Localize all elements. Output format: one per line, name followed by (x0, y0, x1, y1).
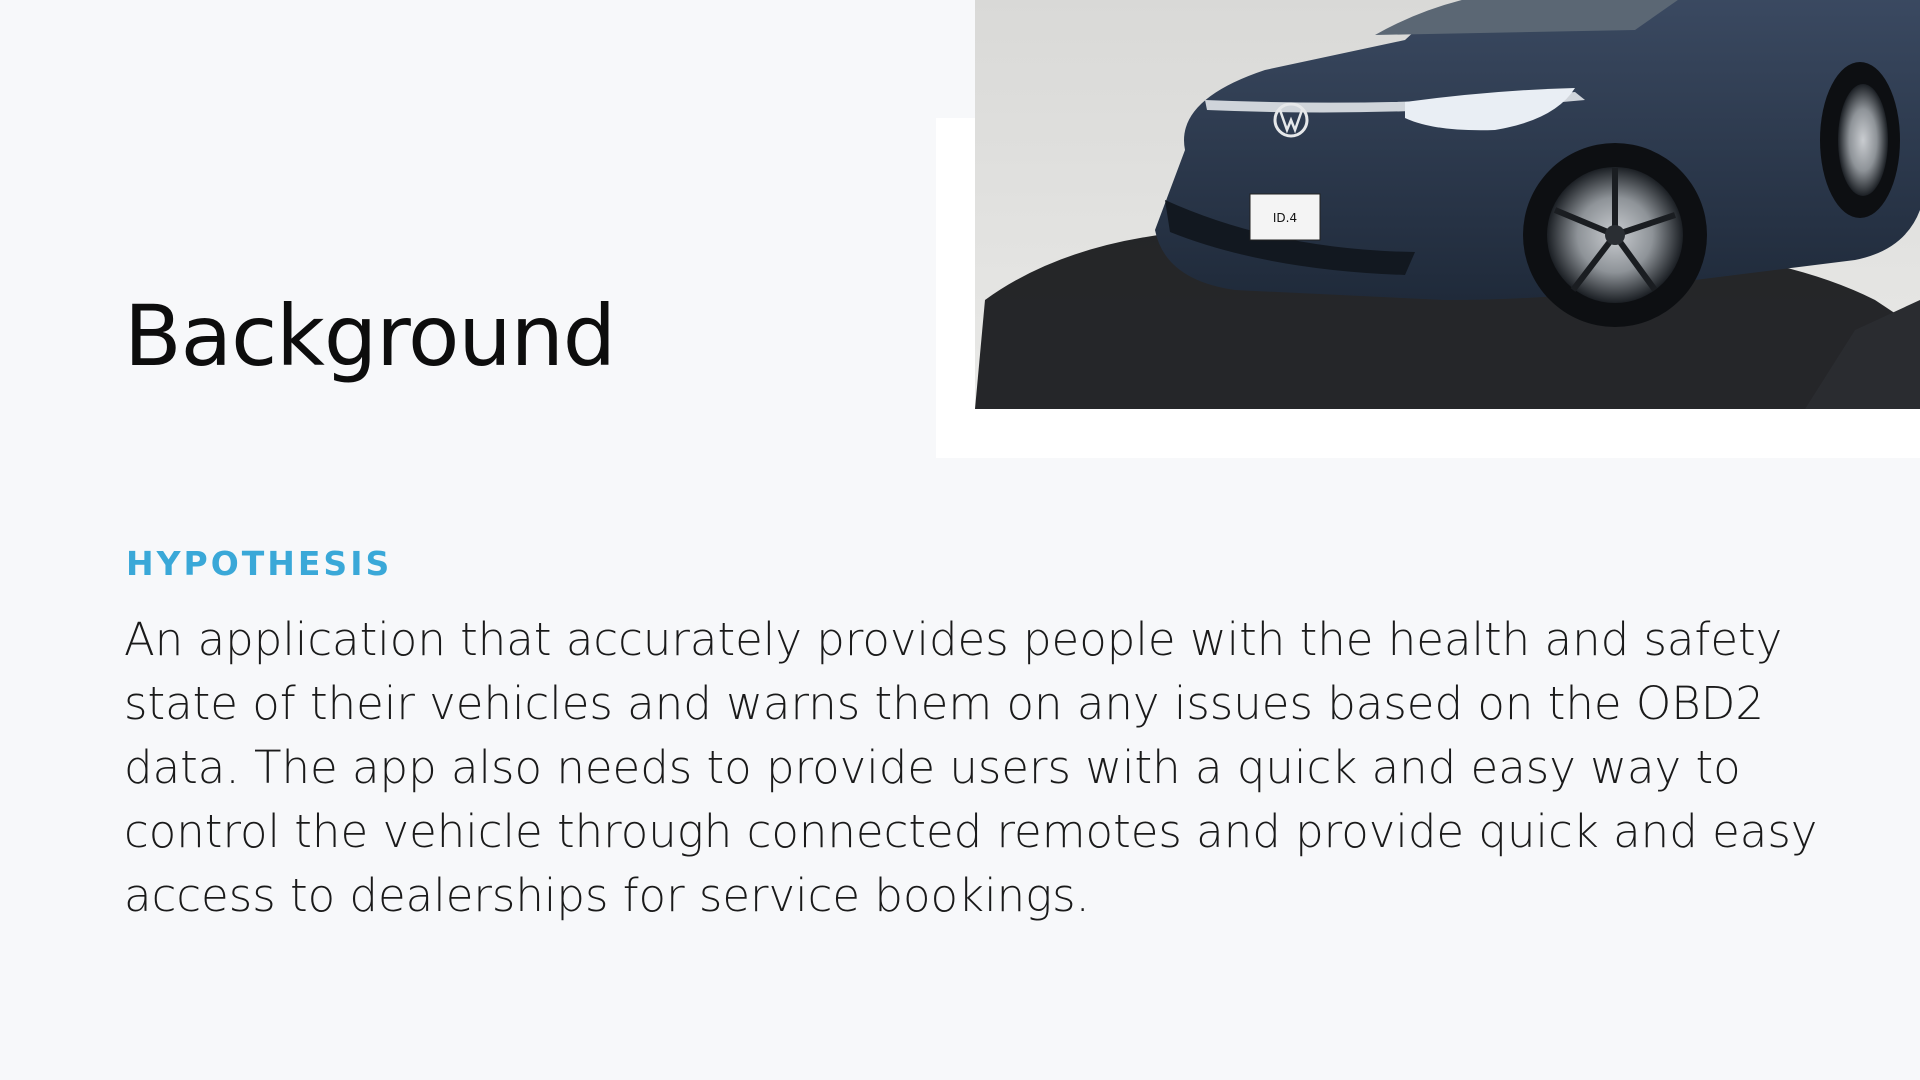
page-title: Background (124, 287, 616, 385)
vehicle-photo: ID.4 (975, 0, 1920, 409)
svg-text:ID.4: ID.4 (1273, 211, 1297, 225)
hypothesis-paragraph: An application that accurately provides … (124, 613, 1818, 922)
vehicle-photo-icon: ID.4 (975, 0, 1920, 409)
section-label: HYPOTHESIS (126, 544, 393, 583)
